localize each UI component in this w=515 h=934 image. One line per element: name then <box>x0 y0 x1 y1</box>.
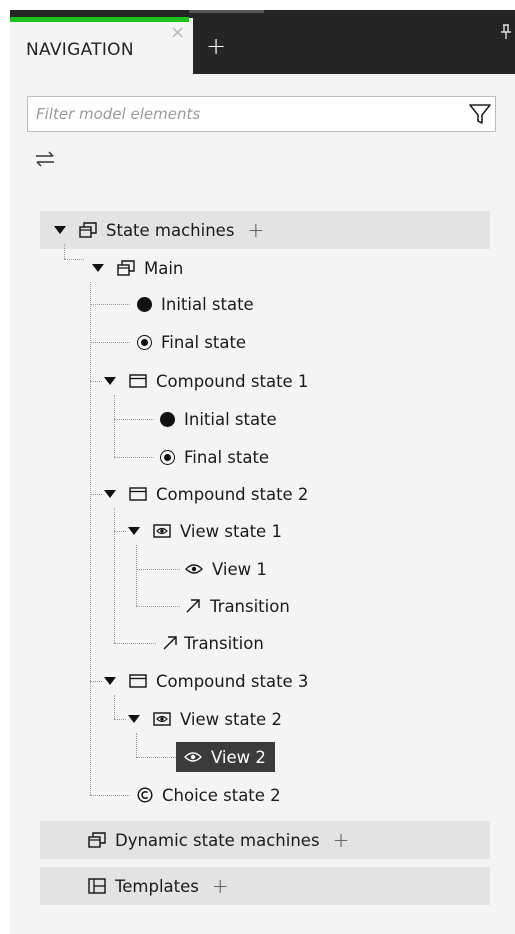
tree-line <box>90 304 130 305</box>
final-state-icon <box>137 334 152 350</box>
add-template-button[interactable]: + <box>212 876 229 896</box>
view-state-icon <box>153 524 171 538</box>
swap-icon[interactable] <box>34 149 56 173</box>
tree-line <box>114 457 154 458</box>
tree-item-final-state[interactable]: Final state <box>160 442 269 472</box>
tree-item-initial-state[interactable]: Initial state <box>137 289 254 319</box>
tree-line <box>136 733 137 757</box>
tree-line <box>90 681 102 682</box>
tree-item-final-state[interactable]: Final state <box>137 327 246 357</box>
compound-state-icon <box>129 674 147 688</box>
close-icon[interactable]: × <box>170 24 185 42</box>
tree-line <box>90 342 130 343</box>
add-tab-button[interactable]: + <box>206 34 226 58</box>
tree-line <box>90 282 91 795</box>
tree-item-compound-state-3[interactable]: Compound state 3 <box>104 666 308 696</box>
add-state-machine-button[interactable]: + <box>247 220 264 240</box>
tree-item-main[interactable]: Main <box>92 253 183 283</box>
tree-item-compound-state-2[interactable]: Compound state 2 <box>104 479 308 509</box>
state-machine-icon <box>88 832 106 848</box>
expand-arrow-icon[interactable] <box>128 527 140 535</box>
tree-line <box>114 395 115 457</box>
choice-state-icon <box>137 787 153 803</box>
state-machine-icon <box>117 260 135 276</box>
tree-line <box>90 494 102 495</box>
view-state-icon <box>153 712 171 726</box>
tree-line <box>136 569 180 570</box>
compound-state-icon <box>129 374 147 388</box>
initial-state-icon <box>160 411 175 427</box>
tree-line <box>114 508 115 643</box>
expand-arrow-icon[interactable] <box>128 715 140 723</box>
tree-line <box>90 381 102 382</box>
tree-item-choice-state-2[interactable]: Choice state 2 <box>137 780 281 810</box>
expand-arrow-icon[interactable] <box>104 377 116 385</box>
tree-item-state-machines[interactable]: State machines + <box>54 215 264 245</box>
tree-line <box>114 643 156 644</box>
view-icon <box>184 751 202 763</box>
final-state-icon <box>160 449 175 465</box>
tree-line <box>114 719 126 720</box>
transition-arrow-icon <box>162 635 178 651</box>
tree-item-view-2-selected[interactable]: View 2 <box>176 742 275 772</box>
tree-line <box>136 606 180 607</box>
pin-icon[interactable] <box>500 24 512 43</box>
tree-line <box>64 259 84 260</box>
filter-box <box>27 96 496 132</box>
filter-input[interactable] <box>28 97 474 131</box>
tree-item-transition[interactable]: Transition <box>162 628 264 658</box>
tree-item-dynamic-state-machines[interactable]: Dynamic state machines + <box>88 825 349 855</box>
tree-line <box>114 531 126 532</box>
tree-item-view-state-2[interactable]: View state 2 <box>128 704 282 734</box>
transition-arrow-icon <box>185 598 201 614</box>
tree-item-transition[interactable]: Transition <box>185 591 290 621</box>
template-icon <box>88 878 106 894</box>
tree-item-view-state-1[interactable]: View state 1 <box>128 516 282 546</box>
tab-indicator <box>189 10 264 13</box>
filter-icon[interactable] <box>468 102 492 130</box>
expand-arrow-icon[interactable] <box>104 490 116 498</box>
expand-arrow-icon[interactable] <box>92 264 104 272</box>
active-tab-indicator <box>10 17 189 22</box>
tree-item-compound-state-1[interactable]: Compound state 1 <box>104 366 308 396</box>
expand-arrow-icon[interactable] <box>54 226 66 234</box>
state-machine-icon <box>79 222 97 238</box>
compound-state-icon <box>129 487 147 501</box>
tree-line <box>64 244 65 259</box>
tree-line <box>114 695 115 719</box>
view-icon <box>185 563 203 575</box>
tree-line <box>114 419 154 420</box>
expand-arrow-icon[interactable] <box>104 677 116 685</box>
tree-line <box>136 757 176 758</box>
tab-navigation-label: NAVIGATION <box>26 40 134 60</box>
tree-item-view-1[interactable]: View 1 <box>185 554 267 584</box>
add-dynamic-state-machine-button[interactable]: + <box>333 830 350 850</box>
tree-item-initial-state[interactable]: Initial state <box>160 404 277 434</box>
tree-item-templates[interactable]: Templates + <box>88 871 229 901</box>
tree-line <box>90 795 130 796</box>
tree-line <box>136 545 137 606</box>
initial-state-icon <box>137 296 152 312</box>
